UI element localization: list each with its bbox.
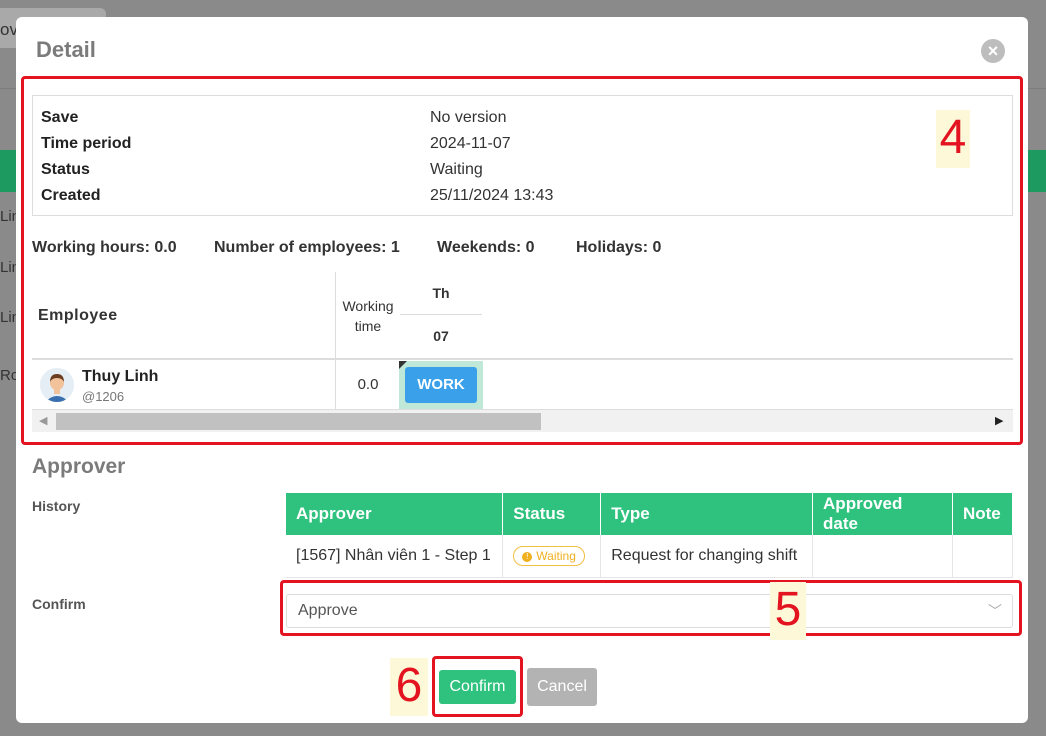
confirm-label: Confirm xyxy=(32,596,86,612)
table-row: [1567] Nhân viên 1 - Step 1 ! Waiting Req… xyxy=(286,535,1014,578)
annotation-marker-6: 6 xyxy=(390,658,428,716)
status-badge-text: Waiting xyxy=(536,548,576,563)
history-label: History xyxy=(32,498,81,514)
column-header-approved-date: Approved date xyxy=(812,493,953,535)
cell-type: Request for changing shift xyxy=(600,535,814,578)
annotation-box-4 xyxy=(21,76,1023,445)
cell-note xyxy=(952,535,1014,578)
approver-section-title: Approver xyxy=(32,455,126,478)
cell-approver: [1567] Nhân viên 1 - Step 1 xyxy=(286,535,504,578)
annotation-box-5 xyxy=(280,580,1022,636)
cell-status: ! Waiting xyxy=(502,535,602,578)
info-icon: ! xyxy=(522,551,533,562)
annotation-box-6 xyxy=(432,656,523,717)
status-badge: ! Waiting xyxy=(513,545,585,566)
approval-history-table: Approver Status Type Approved date Note … xyxy=(286,493,1014,578)
modal-title: Detail xyxy=(36,37,96,62)
annotation-marker-4: 4 xyxy=(936,110,970,168)
table-header-row: Approver Status Type Approved date Note xyxy=(286,493,1014,535)
cancel-button[interactable]: Cancel xyxy=(527,668,597,706)
column-header-type: Type xyxy=(600,493,814,535)
column-header-status: Status xyxy=(502,493,602,535)
annotation-marker-5: 5 xyxy=(770,582,806,640)
cell-approved-date xyxy=(812,535,953,578)
column-header-approver: Approver xyxy=(286,493,504,535)
column-header-note: Note xyxy=(952,493,1014,535)
close-icon[interactable]: × xyxy=(981,39,1005,63)
